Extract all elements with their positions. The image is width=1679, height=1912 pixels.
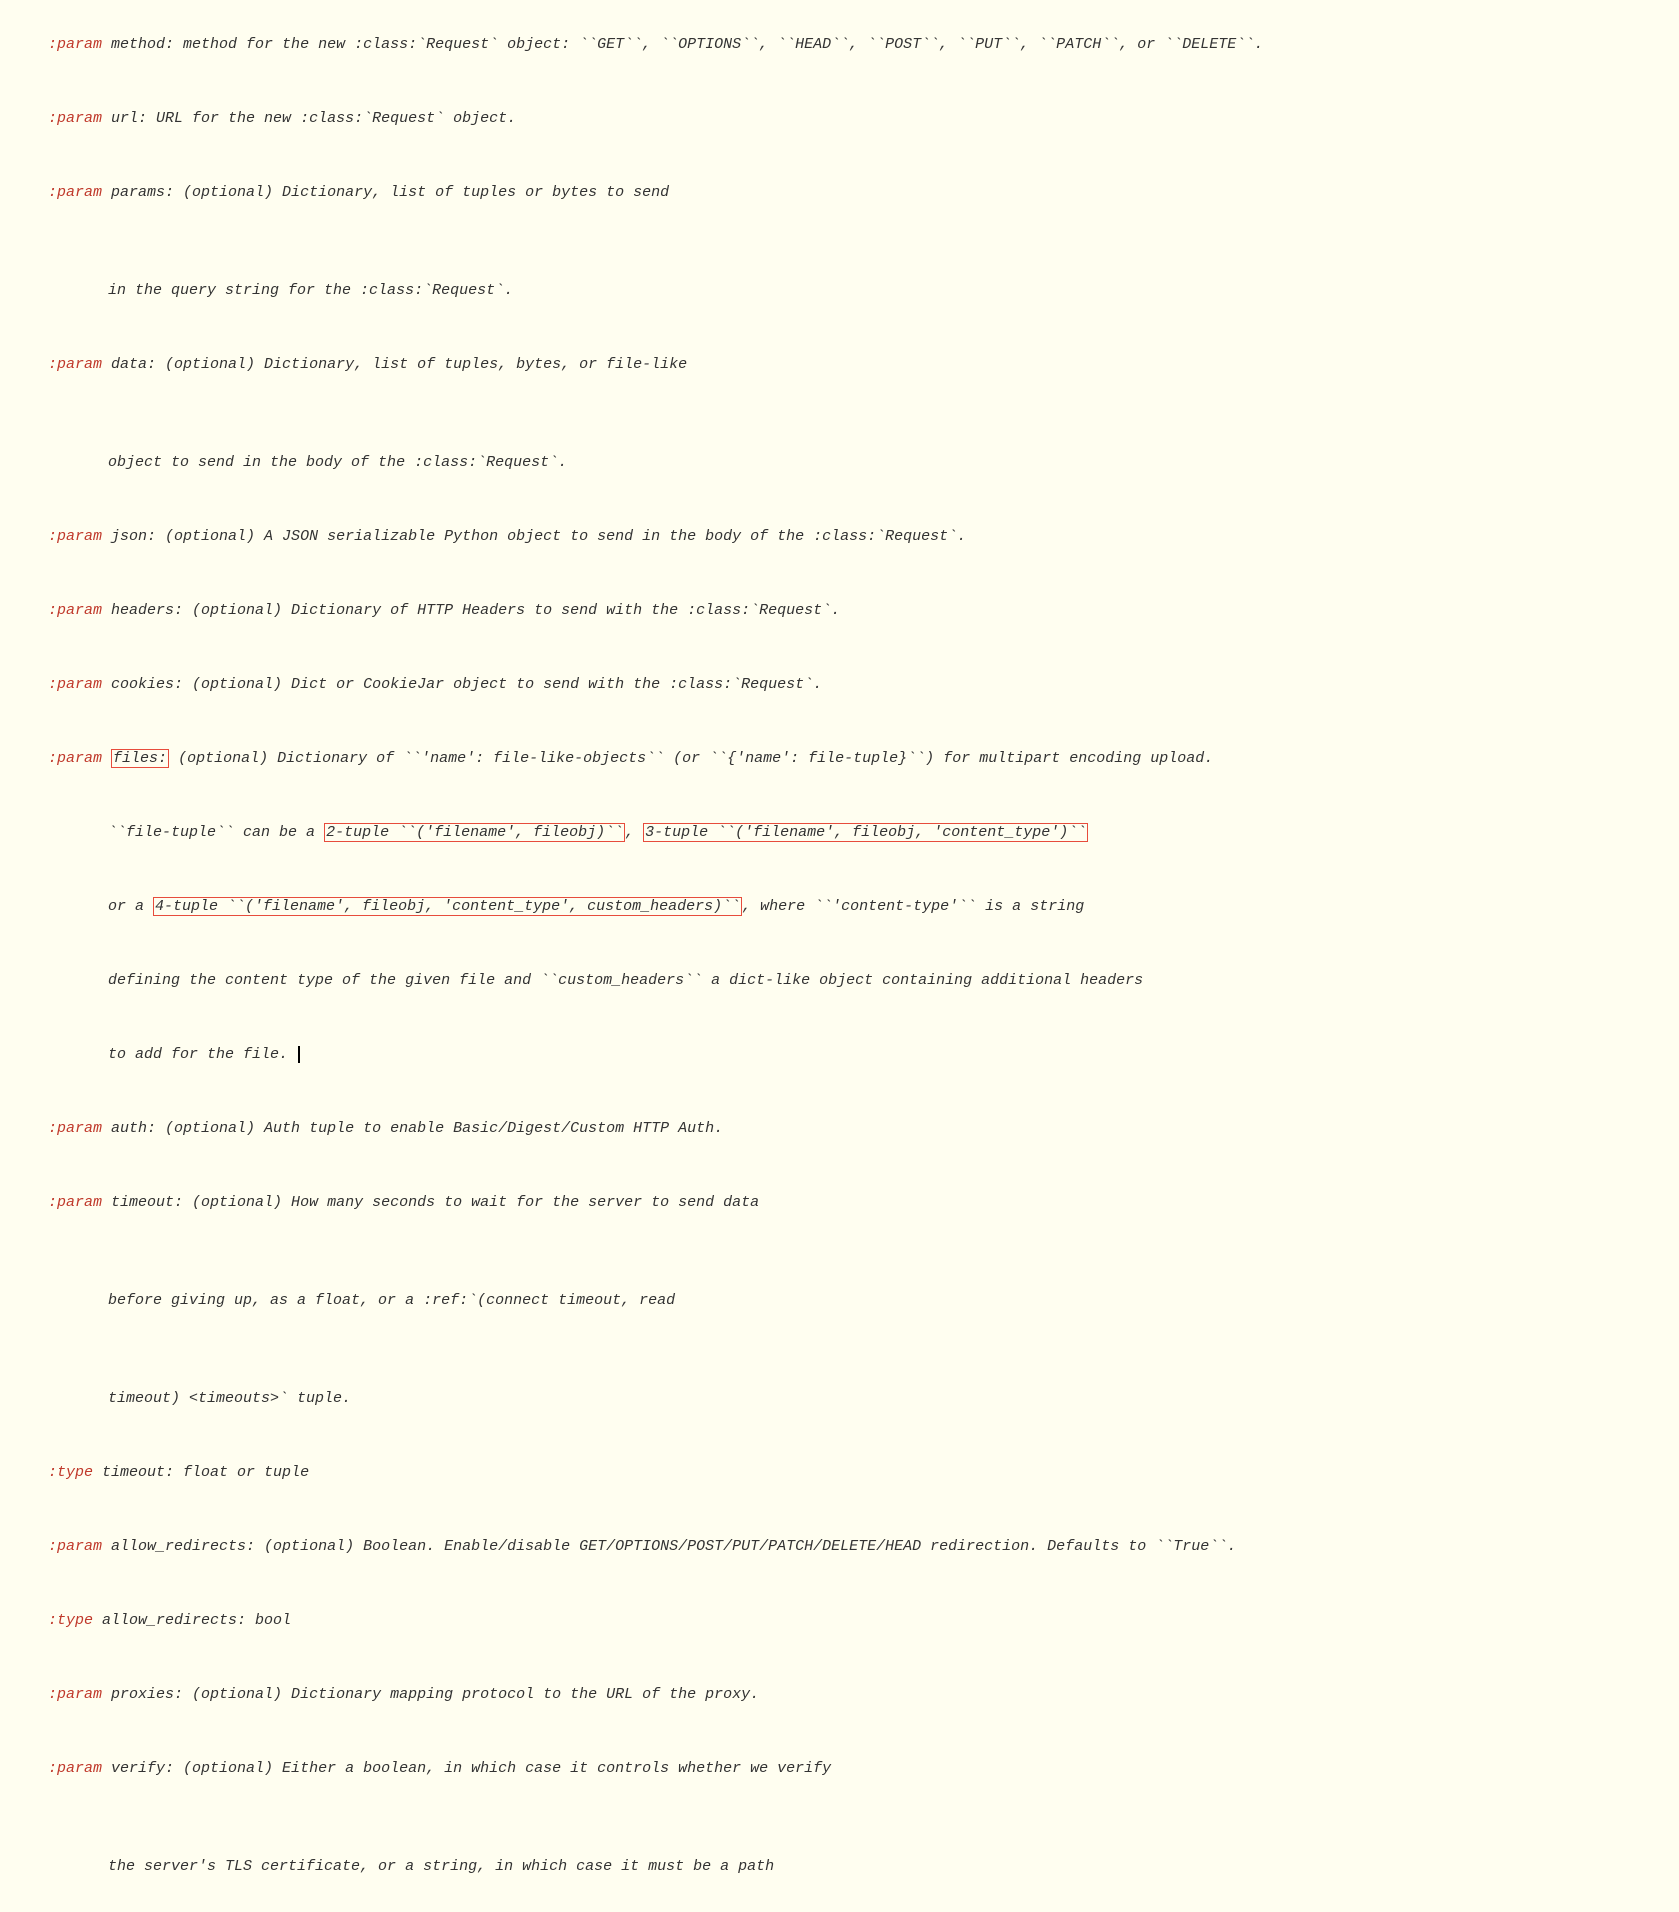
param-tag: :param <box>48 1538 102 1555</box>
param-tag: :param <box>48 750 102 767</box>
indent-spacer <box>48 1043 108 1067</box>
doc-text: in the query string for the :class:`Requ… <box>108 282 513 299</box>
indent-spacer <box>48 895 108 919</box>
doc-line-indent-box2: or a 4-tuple ``('filename', fileobj, 'co… <box>12 870 1667 944</box>
indent-spacer <box>48 427 108 475</box>
doc-line: :param allow_redirects: (optional) Boole… <box>12 1510 1667 1584</box>
param-tag: :param <box>48 110 102 127</box>
doc-text: ``file-tuple`` can be a 2-tuple ``('file… <box>108 823 1088 842</box>
files-highlight-box: files: <box>111 749 169 768</box>
doc-line-type: :type timeout: float or tuple <box>12 1436 1667 1510</box>
text-cursor <box>289 1046 300 1063</box>
param-tag: :param <box>48 1686 102 1703</box>
doc-line-files: :param files: (optional) Dictionary of `… <box>12 722 1667 796</box>
param-tag: :param <box>48 602 102 619</box>
doc-line-indent: object to send in the body of the :class… <box>12 402 1667 500</box>
doc-container: :param method: method for the new :class… <box>12 8 1667 1912</box>
doc-text: files: (optional) Dictionary of ``'name'… <box>102 749 1213 768</box>
param-tag: :param <box>48 36 102 53</box>
doc-line-indent: the server's TLS certificate, or a strin… <box>12 1806 1667 1904</box>
indent-spacer <box>48 821 108 845</box>
doc-line: :param url: URL for the new :class:`Requ… <box>12 82 1667 156</box>
doc-line: :param params: (optional) Dictionary, li… <box>12 156 1667 230</box>
indent-spacer <box>48 1831 108 1879</box>
doc-line: :param proxies: (optional) Dictionary ma… <box>12 1658 1667 1732</box>
doc-text: timeout: float or tuple <box>93 1464 309 1481</box>
doc-text: the server's TLS certificate, or a strin… <box>108 1858 774 1875</box>
param-tag: :param <box>48 676 102 693</box>
doc-text: to add for the file. <box>108 1046 300 1063</box>
doc-line: :param timeout: (optional) How many seco… <box>12 1166 1667 1240</box>
param-tag: :param <box>48 1760 102 1777</box>
doc-text: proxies: (optional) Dictionary mapping p… <box>102 1686 759 1703</box>
indent-spacer <box>48 1363 108 1411</box>
doc-line: :param cookies: (optional) Dict or Cooki… <box>12 648 1667 722</box>
doc-line: :param headers: (optional) Dictionary of… <box>12 574 1667 648</box>
doc-text: headers: (optional) Dictionary of HTTP H… <box>102 602 840 619</box>
doc-text: timeout: (optional) How many seconds to … <box>102 1194 759 1211</box>
doc-line: :param verify: (optional) Either a boole… <box>12 1732 1667 1806</box>
doc-text: cookies: (optional) Dict or CookieJar ob… <box>102 676 822 693</box>
four-tuple-box: 4-tuple ``('filename', fileobj, 'content… <box>153 897 742 916</box>
doc-text: object to send in the body of the :class… <box>108 454 567 471</box>
doc-line: :param data: (optional) Dictionary, list… <box>12 328 1667 402</box>
doc-line-indent-box: ``file-tuple`` can be a 2-tuple ``('file… <box>12 796 1667 870</box>
param-tag: :param <box>48 356 102 373</box>
two-tuple-box: 2-tuple ``('filename', fileobj)`` <box>324 823 625 842</box>
doc-text: allow_redirects: (optional) Boolean. Ena… <box>102 1538 1236 1555</box>
doc-line-indent: to a CA bundle to use. Defaults to ``Tru… <box>12 1904 1667 1912</box>
doc-line: :param auth: (optional) Auth tuple to en… <box>12 1092 1667 1166</box>
doc-line-indent: defining the content type of the given f… <box>12 944 1667 1018</box>
type-tag: :type <box>48 1464 93 1481</box>
doc-text: url: URL for the new :class:`Request` ob… <box>102 110 516 127</box>
doc-text: json: (optional) A JSON serializable Pyt… <box>102 528 966 545</box>
type-tag: :type <box>48 1612 93 1629</box>
doc-text: or a 4-tuple ``('filename', fileobj, 'co… <box>108 897 1084 916</box>
indent-spacer <box>48 969 108 993</box>
doc-text: defining the content type of the given f… <box>108 972 1143 989</box>
param-tag: :param <box>48 528 102 545</box>
param-tag: :param <box>48 1194 102 1211</box>
doc-line-type: :type allow_redirects: bool <box>12 1584 1667 1658</box>
doc-text: data: (optional) Dictionary, list of tup… <box>102 356 687 373</box>
doc-line-indent: in the query string for the :class:`Requ… <box>12 230 1667 328</box>
indent-spacer <box>48 255 108 303</box>
param-tag: :param <box>48 1120 102 1137</box>
three-tuple-box: 3-tuple ``('filename', fileobj, 'content… <box>643 823 1088 842</box>
doc-text: before giving up, as a float, or a :ref:… <box>108 1292 675 1309</box>
doc-text: params: (optional) Dictionary, list of t… <box>102 184 669 201</box>
doc-text: verify: (optional) Either a boolean, in … <box>102 1760 831 1777</box>
doc-line: :param method: method for the new :class… <box>12 8 1667 82</box>
doc-text: auth: (optional) Auth tuple to enable Ba… <box>102 1120 723 1137</box>
doc-text: timeout) <timeouts>` tuple. <box>108 1390 351 1407</box>
param-tag: :param <box>48 184 102 201</box>
doc-text: allow_redirects: bool <box>93 1612 291 1629</box>
doc-line-indent: before giving up, as a float, or a :ref:… <box>12 1240 1667 1338</box>
doc-text: method: method for the new :class:`Reque… <box>102 36 1263 53</box>
indent-spacer <box>48 1265 108 1313</box>
doc-line-indent: timeout) <timeouts>` tuple. <box>12 1338 1667 1436</box>
doc-line-indent-cursor: to add for the file. <box>12 1018 1667 1092</box>
doc-line: :param json: (optional) A JSON serializa… <box>12 500 1667 574</box>
